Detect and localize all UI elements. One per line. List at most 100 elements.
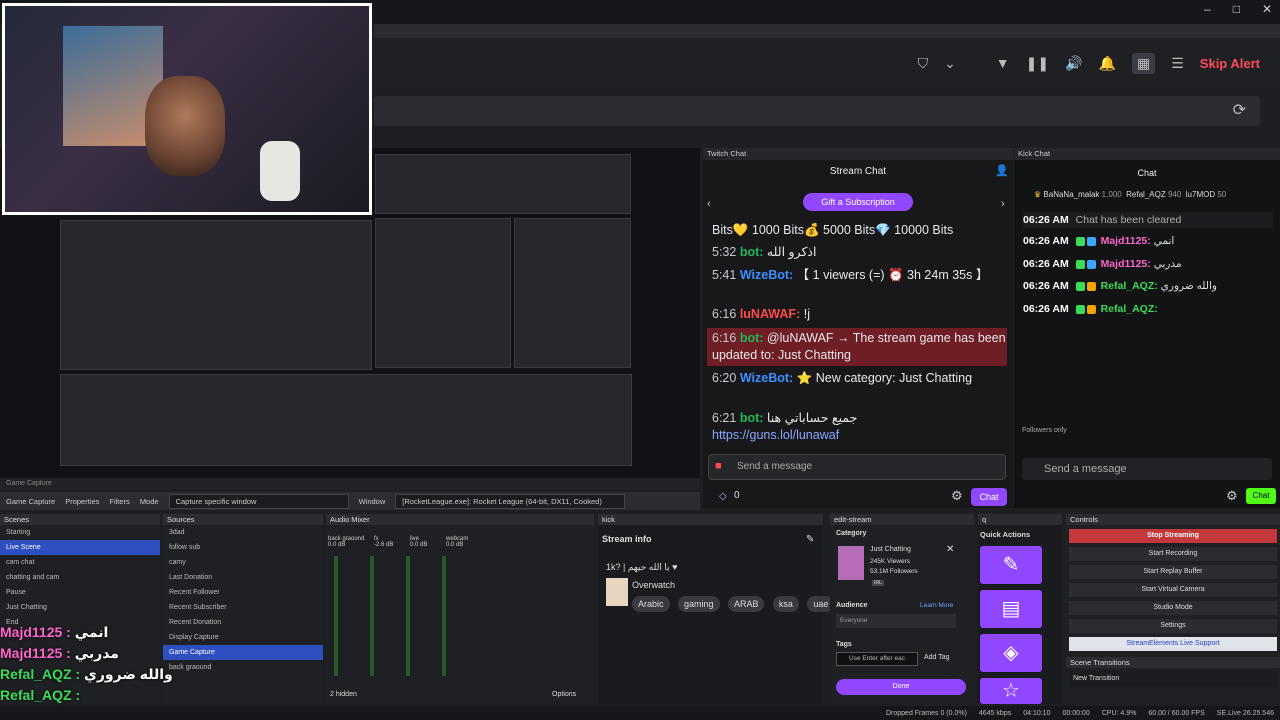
chat-message: 5:32 bot: اذكرو الله xyxy=(712,245,817,259)
pause-icon[interactable]: ❚❚ xyxy=(1026,55,1049,72)
source-item[interactable]: Recent Subscriber xyxy=(163,600,323,615)
source-item[interactable]: Recent Donation xyxy=(163,615,323,630)
streamelements-support-button[interactable]: StreamElements Live Support xyxy=(1069,637,1277,651)
window-label: Window xyxy=(358,496,386,506)
nested-obs-docks xyxy=(60,374,632,466)
stop-streaming-button[interactable]: Stop Streaming xyxy=(1069,529,1277,543)
edit-stream-title: edit-stream xyxy=(830,514,974,525)
chat-message: 6:16 luNAWAF: !j xyxy=(712,307,810,321)
pencil-icon[interactable]: ✎ xyxy=(806,534,814,545)
scene-item[interactable]: Starting xyxy=(0,525,160,540)
kick-stream-info-dock: kick Stream info ✎ 1k? | يا الله حيهم ♥ … xyxy=(598,514,835,704)
kick-chat-send-button[interactable]: Chat xyxy=(1246,488,1276,504)
controls-title: Controls xyxy=(1066,514,1280,525)
scene-item[interactable]: cam chat xyxy=(0,555,160,570)
badge-icon xyxy=(1086,281,1096,291)
refresh-icon[interactable]: ⟳ xyxy=(1233,100,1246,120)
scene-item[interactable]: Pause xyxy=(0,585,160,600)
close-icon[interactable]: ✕ xyxy=(946,544,954,555)
options-button[interactable]: Options xyxy=(552,691,576,698)
done-button[interactable]: Done xyxy=(836,679,966,695)
stream-title: 1k? | يا الله حيهم ♥ xyxy=(606,562,678,572)
start-recording-button[interactable]: Start Recording xyxy=(1069,547,1277,561)
chat-message-highlighted: 6:16 bot: @luNAWAF → The stream game has… xyxy=(707,328,1007,366)
volume-meters[interactable] xyxy=(334,556,474,676)
kick-chat-panel-title: Kick Chat xyxy=(1014,148,1280,160)
settings-gear-icon[interactable]: ⚙ xyxy=(1226,488,1238,504)
chat-message: 06:26 AM Refal_AQZ: والله ضروري xyxy=(1023,280,1217,292)
twitch-send-message-input[interactable]: Send a message xyxy=(708,454,1006,480)
overlay-chat-line: Refal_AQZ : والله ضروري xyxy=(0,666,173,682)
user-icon[interactable]: 👤 xyxy=(995,164,1009,177)
chevron-left-icon[interactable]: ‹ xyxy=(707,198,711,210)
scene-item[interactable]: Just Chatting xyxy=(0,600,160,615)
source-item[interactable]: Last Donation xyxy=(163,570,323,585)
volume-icon[interactable]: 🔊 xyxy=(1065,55,1082,72)
learn-more-link[interactable]: Learn More xyxy=(920,602,953,609)
audio-mixer-dock: Audio Mixer back graound 0.0 dB fx -2.6 dB… xyxy=(326,514,594,704)
minimize-icon[interactable]: – xyxy=(1204,2,1211,16)
mixer-channel: back graound 0.0 dB xyxy=(328,536,365,548)
tags-label: Tags xyxy=(836,641,852,648)
fps: 60.00 / 60.00 FPS xyxy=(1148,709,1205,717)
shield-icon[interactable]: ⛉ xyxy=(918,55,929,72)
overlay-chat-line: Refal_AQZ : xyxy=(0,687,81,703)
kick-leaderboard: ♛ BaNaNa_malak 1,000 Refal_AQZ 940 lu7MO… xyxy=(1034,190,1227,199)
filters-button[interactable]: Filters xyxy=(109,497,129,506)
maximize-icon[interactable]: □ xyxy=(1233,2,1240,16)
chat-link[interactable]: https://guns.lol/lunawaf xyxy=(712,427,1004,444)
chevron-down-icon[interactable]: ⌄ xyxy=(944,55,956,72)
transition-select[interactable]: New Transition xyxy=(1069,671,1277,687)
scene-item[interactable]: chatting and cam xyxy=(0,570,160,585)
preview-status: Game Capture xyxy=(0,478,700,490)
nested-kick-chat xyxy=(514,218,631,368)
star-icon[interactable]: ☆ xyxy=(980,678,1042,704)
audience-select[interactable]: Everyone xyxy=(836,614,956,628)
twitch-chat-send-button[interactable]: Chat xyxy=(971,488,1007,506)
settings-button[interactable]: Settings xyxy=(1069,619,1277,633)
quick-actions-panel-title: q xyxy=(978,514,1062,525)
gem-icon[interactable]: ◈ xyxy=(980,634,1042,672)
overlay-chat-line: Majd1125 : انمي xyxy=(0,624,109,640)
source-item[interactable]: back graound xyxy=(163,660,323,675)
mixer-channel: live 0.0 dB xyxy=(410,536,428,548)
category-name: Just Chatting xyxy=(870,546,911,553)
chat-message: 6:21 bot: جميع حساباتي هنا https://guns.… xyxy=(712,410,1004,444)
grid-icon[interactable]: ▦ xyxy=(1132,52,1156,74)
clapperboard-icon[interactable]: ▤ xyxy=(980,590,1042,628)
skip-alert-button[interactable]: Skip Alert xyxy=(1200,56,1260,71)
window-select[interactable]: [RocketLeague.exe]: Rocket League (64-bi… xyxy=(395,493,626,509)
source-item[interactable]: follow sub xyxy=(163,540,323,555)
source-item[interactable]: camy xyxy=(163,555,323,570)
gift-subscription-button[interactable]: Gift a Subscription xyxy=(803,193,913,211)
close-icon[interactable]: ✕ xyxy=(1262,2,1272,16)
category-badge: IRL xyxy=(872,580,884,586)
scene-item[interactable]: Live Scene xyxy=(0,540,160,555)
settings-gear-icon[interactable]: ⚙ xyxy=(951,488,963,504)
studio-mode-button[interactable]: Studio Mode xyxy=(1069,601,1277,615)
add-tag-button[interactable]: Add Tag xyxy=(924,654,950,661)
source-item[interactable]: 3dad xyxy=(163,525,323,540)
audience-label: Audience xyxy=(836,602,868,609)
mode-select[interactable]: Capture specific window xyxy=(168,493,349,509)
start-replay-buffer-button[interactable]: Start Replay Buffer xyxy=(1069,565,1277,579)
source-item[interactable]: Game Capture xyxy=(163,645,323,660)
start-virtual-camera-button[interactable]: Start Virtual Camera xyxy=(1069,583,1277,597)
chat-message: 06:26 AM Refal_AQZ: xyxy=(1023,303,1158,315)
stream-info-heading: Stream info xyxy=(602,534,652,544)
followers-only-label: Followers only xyxy=(1022,427,1067,434)
badge-icon xyxy=(1075,281,1085,291)
tags-input[interactable]: Use Enter after eac xyxy=(836,652,918,666)
channel-points-icon[interactable]: ◇ xyxy=(719,491,727,502)
category-image xyxy=(838,546,864,580)
bell-icon[interactable]: 🔔 xyxy=(1099,55,1116,72)
list-icon[interactable]: ☰ xyxy=(1171,55,1184,72)
source-item[interactable]: Recent Follower xyxy=(163,585,323,600)
source-item[interactable]: Display Capture xyxy=(163,630,323,645)
filter-icon[interactable]: ▼ xyxy=(996,55,1010,71)
edit-pencil-icon[interactable]: ✎ xyxy=(980,546,1042,584)
chevron-right-icon[interactable]: › xyxy=(1001,198,1005,210)
chat-message: 06:26 AM Majd1125: انمي xyxy=(1023,235,1175,247)
properties-button[interactable]: Properties xyxy=(65,497,99,506)
kick-send-message-input[interactable]: Send a message xyxy=(1022,458,1272,480)
